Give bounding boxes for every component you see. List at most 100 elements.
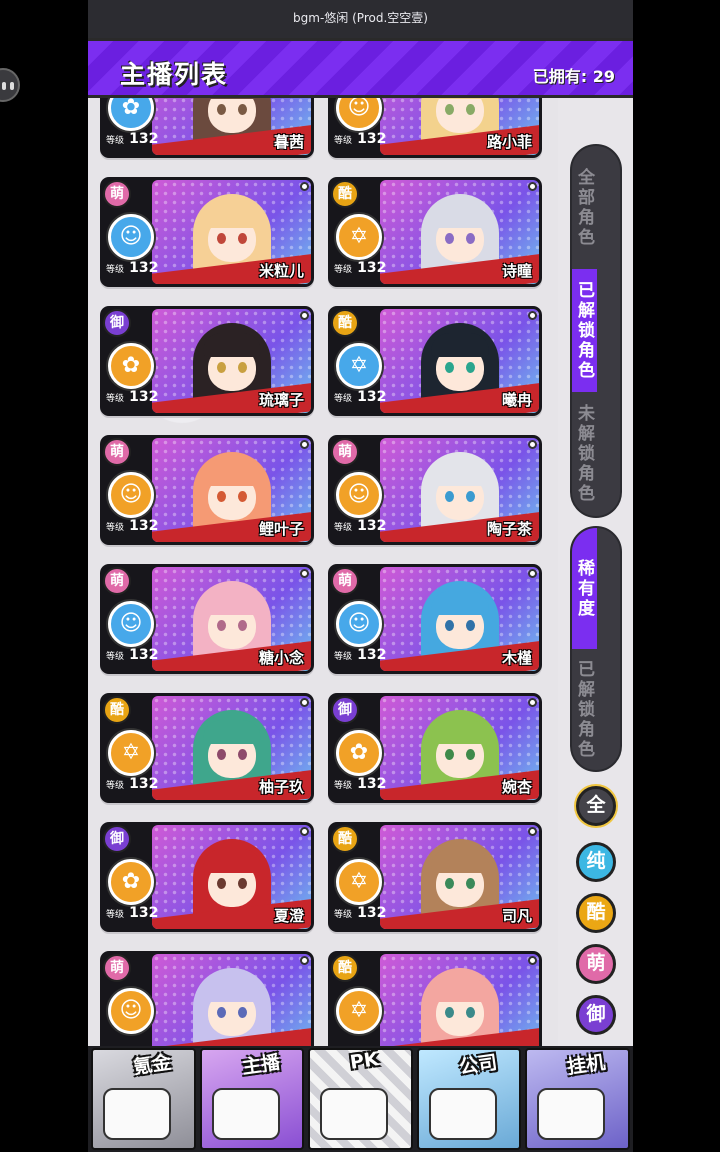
level-value: 132: [129, 131, 159, 147]
coin-stack-icon: [103, 1088, 171, 1140]
rose-medal-icon: ✿: [336, 730, 382, 776]
level-label: 等级: [106, 652, 125, 662]
rarity-badge: 萌: [103, 180, 131, 208]
level-value: 132: [357, 260, 387, 276]
cat-medal-icon: ☺: [108, 601, 154, 647]
filter-pure-button[interactable]: 纯: [576, 842, 616, 882]
streamer-card[interactable]: 萌 ☺ 等级 132 米粒儿: [100, 177, 314, 287]
tab-locked-characters[interactable]: 未解锁角色: [572, 392, 597, 515]
streamer-name: 米粒儿: [258, 262, 304, 280]
battle-icon: [320, 1088, 389, 1140]
level-label: 等级: [106, 394, 125, 404]
rarity-badge: 御: [103, 309, 131, 337]
nav-idle[interactable]: 挂机: [525, 1048, 630, 1150]
streamer-card[interactable]: ✿ 等级 132 暮茜: [100, 98, 314, 158]
streamer-card[interactable]: 萌 ☺ 等级 132 糖小念: [100, 564, 314, 674]
streamer-card[interactable]: 萌 ☺ 等级 132 陶子茶: [328, 435, 542, 545]
card-indicator-dot: [300, 311, 309, 320]
star-medal-icon: ✡: [108, 730, 154, 776]
level-value: 132: [357, 905, 387, 921]
streamer-card[interactable]: 酷 ✡ 等级 132 司凡: [328, 822, 542, 932]
streamer-card[interactable]: 萌 ☺ 等级 132 木槿: [328, 564, 542, 674]
streamer-card[interactable]: 酷 ✡ 等级 132 柚子玖: [100, 693, 314, 803]
card-indicator-dot: [300, 182, 309, 191]
ownership-tab-group: 全部角色 已解锁角色 未解锁角色: [570, 144, 622, 518]
streamer-card[interactable]: 酷 ✡: [328, 951, 542, 1046]
rarity-badge: 御: [103, 825, 131, 853]
card-indicator-dot: [300, 569, 309, 578]
streamer-card[interactable]: 御 ✿ 等级 132 琉璃子: [100, 306, 314, 416]
nav-pk[interactable]: PK: [308, 1048, 413, 1150]
tab-sort-rarity[interactable]: 稀有度: [572, 528, 597, 649]
nav-company-label: 公司: [457, 1051, 499, 1079]
level-label: 等级: [106, 523, 125, 533]
level-value: 132: [357, 647, 387, 663]
card-indicator-dot: [528, 569, 537, 578]
tab-all-characters[interactable]: 全部角色: [572, 146, 597, 269]
level-label: 等级: [334, 136, 353, 146]
card-indicator-dot: [528, 827, 537, 836]
level-display: 等级 132: [106, 773, 158, 792]
card-indicator-dot: [528, 182, 537, 191]
level-value: 132: [129, 518, 159, 534]
card-indicator-dot: [300, 698, 309, 707]
streamer-card[interactable]: 御 ✿ 等级 132 婉杏: [328, 693, 542, 803]
streamer-card[interactable]: 酷 ✡ 等级 132 诗瞳: [328, 177, 542, 287]
rose-medal-icon: ✿: [108, 859, 154, 905]
header-bar: 主播列表 已拥有: 29: [88, 38, 633, 98]
filter-queen-button[interactable]: 御: [576, 995, 616, 1035]
card-indicator-dot: [528, 956, 537, 965]
streamer-portrait: [152, 954, 311, 1046]
building-icon: [428, 1088, 497, 1140]
rose-medal-icon: ✿: [108, 343, 154, 389]
streamer-card-grid[interactable]: ✿ 等级 132 暮茜 ☺ 等级 132 路小菲 萌 ☺ 等级 132 米粒儿 酷 ✡ 等级 13…: [88, 98, 558, 1046]
rarity-badge: 酷: [331, 180, 359, 208]
level-display: 等级 132: [106, 257, 158, 276]
nav-pk-label: PK: [348, 1048, 381, 1074]
filter-cute-button[interactable]: 萌: [576, 944, 616, 984]
streamer-name: 木槿: [501, 649, 532, 667]
level-value: 132: [129, 905, 159, 921]
level-display: 等级 132: [106, 902, 158, 921]
cat-medal-icon: ☺: [108, 214, 154, 260]
level-display: 等级 132: [334, 128, 386, 147]
nav-recharge[interactable]: 氪金: [91, 1048, 196, 1150]
cat-medal-icon: ☺: [336, 98, 382, 131]
star-medal-icon: ✡: [336, 988, 382, 1034]
streamer-card[interactable]: 酷 ✡ 等级 132 曦冉: [328, 306, 542, 416]
rarity-badge: 萌: [331, 567, 359, 595]
level-value: 132: [357, 776, 387, 792]
floating-assist-button[interactable]: [0, 68, 20, 102]
nav-company[interactable]: 公司: [416, 1048, 522, 1150]
cat-medal-icon: ☺: [336, 601, 382, 647]
streamer-card[interactable]: ☺ 等级 132 路小菲: [328, 98, 542, 158]
streamer-card[interactable]: 萌 ☺ 等级 132 鲤叶子: [100, 435, 314, 545]
streamer-name: 暮茜: [273, 133, 304, 151]
streamer-card[interactable]: 萌 ☺: [100, 951, 314, 1046]
streamer-name: 鲤叶子: [258, 520, 304, 538]
level-display: 等级 132: [106, 128, 158, 147]
pig-headset-icon: [211, 1088, 280, 1140]
level-display: 等级 132: [334, 386, 386, 405]
streamer-name: 琉璃子: [258, 391, 304, 409]
filter-all-button[interactable]: 全: [576, 786, 616, 826]
streamer-card[interactable]: 御 ✿ 等级 132 夏澄: [100, 822, 314, 932]
level-label: 等级: [106, 781, 125, 791]
tab-sort-unlocked[interactable]: 已解锁角色: [572, 649, 597, 770]
streamer-portrait: [380, 954, 539, 1046]
rarity-badge: 酷: [331, 954, 359, 982]
streamer-name: 司凡: [501, 907, 532, 925]
filter-cool-button[interactable]: 酷: [576, 893, 616, 933]
page-title: 主播列表: [120, 60, 229, 89]
tab-unlocked-characters[interactable]: 已解锁角色: [572, 269, 597, 392]
level-value: 132: [129, 389, 159, 405]
streamer-name: 婉杏: [501, 778, 532, 796]
streamer-name: 陶子茶: [486, 520, 532, 538]
level-display: 等级 132: [334, 644, 386, 663]
nav-streamer[interactable]: 主播: [199, 1048, 305, 1150]
streamer-name: 夏澄: [273, 907, 304, 925]
rarity-badge: 萌: [103, 954, 131, 982]
level-display: 等级 132: [106, 386, 158, 405]
streamer-name: 曦冉: [501, 391, 532, 409]
streamer-name: 糖小念: [258, 649, 304, 667]
